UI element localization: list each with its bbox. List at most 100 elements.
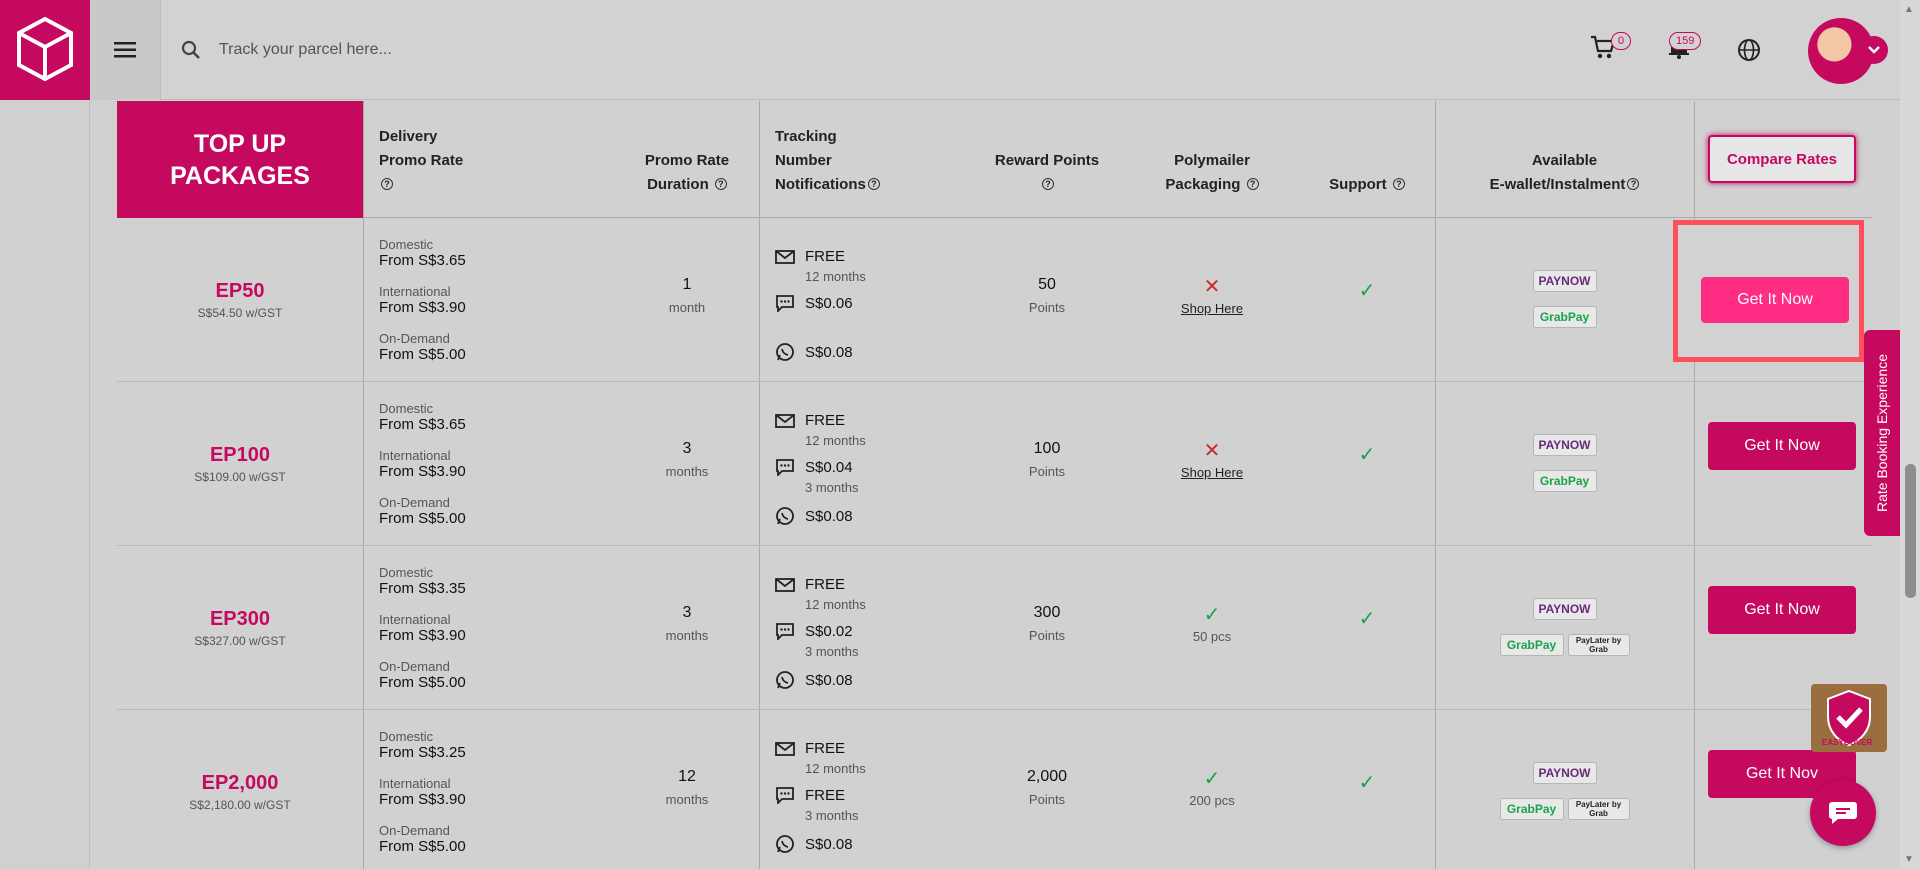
- scroll-thumb[interactable]: [1905, 464, 1916, 598]
- email-notification: FREE: [775, 740, 845, 757]
- whatsapp-notification: S$0.08: [775, 834, 853, 854]
- ondemand-label: On-Demand: [379, 659, 450, 674]
- polymailer: ✓ 200 pcs: [1127, 766, 1297, 808]
- sms-icon: [776, 787, 794, 804]
- international-label: International: [379, 776, 451, 791]
- scroll-up-arrow[interactable]: ▲: [1904, 4, 1914, 15]
- international-label: International: [379, 284, 451, 299]
- domestic-label: Domestic: [379, 237, 434, 252]
- whatsapp-icon: [776, 671, 794, 689]
- globe-icon: [1738, 39, 1760, 61]
- help-icon[interactable]: ?: [1392, 178, 1405, 190]
- ondemand-label: On-Demand: [379, 331, 450, 346]
- easycover-label: EASYCOVER: [1822, 738, 1873, 747]
- cube-icon: [17, 16, 73, 82]
- duration: 12 months: [665, 768, 709, 807]
- help-icon[interactable]: ?: [867, 178, 880, 190]
- domestic-rate: From S$3.35: [379, 580, 466, 597]
- international-label: International: [379, 448, 451, 463]
- whatsapp-notification: S$0.08: [775, 342, 853, 362]
- domestic-rate: From S$3.65: [379, 252, 466, 269]
- whatsapp-notification: S$0.08: [775, 506, 853, 526]
- rate-booking-experience-tab[interactable]: Rate Booking Experience: [1864, 330, 1900, 536]
- compare-rates-button[interactable]: Compare Rates: [1708, 135, 1856, 183]
- vertical-scrollbar[interactable]: ▲ ▼: [1900, 0, 1920, 869]
- grabpay-logo: GrabPay: [1499, 798, 1564, 820]
- ewallet-header: Available E-wallet/Instalment?: [1435, 149, 1694, 197]
- support: ✓: [1307, 770, 1427, 795]
- email-icon: [775, 577, 795, 592]
- table-header: TOP UP PACKAGES Delivery Promo Rate ? Pro…: [117, 101, 1872, 218]
- get-it-now-button[interactable]: Get It Now: [1708, 586, 1856, 634]
- polymailer-quantity: 50 pcs: [1192, 629, 1232, 644]
- payment-methods: PAYNOW GrabPay PayLater by Grab: [1435, 598, 1694, 656]
- scroll-down-arrow[interactable]: ▼: [1904, 854, 1914, 865]
- international-rate: From S$3.90: [379, 299, 466, 316]
- search-input[interactable]: [219, 41, 719, 59]
- check-icon: ✓: [1358, 444, 1376, 466]
- help-icon[interactable]: ?: [714, 178, 727, 190]
- support: ✓: [1307, 606, 1427, 631]
- check-icon: ✓: [1358, 280, 1376, 302]
- package-price: S$54.50 w/GST: [197, 306, 283, 320]
- paylater-logo: PayLater by Grab: [1567, 634, 1630, 656]
- payment-methods: PAYNOW GrabPay PayLater by Grab: [1435, 762, 1694, 820]
- delivery-rate-header: Delivery Promo Rate ?: [379, 128, 464, 190]
- ondemand-label: On-Demand: [379, 823, 450, 838]
- app-logo[interactable]: [0, 0, 90, 100]
- get-it-now-button[interactable]: Get It Now: [1701, 277, 1849, 323]
- table-row: EP2,000 S$2,180.00 w/GST Domestic From S$3.…: [117, 710, 1872, 869]
- ondemand-rate: From S$5.00: [379, 674, 466, 691]
- reward-points: 300 Points: [1028, 604, 1066, 643]
- package-price: S$109.00 w/GST: [194, 470, 286, 484]
- notification-count-badge: 159: [1669, 32, 1702, 50]
- email-icon: [775, 249, 795, 264]
- chat-button[interactable]: [1810, 780, 1876, 846]
- check-icon: ✓: [1203, 604, 1221, 626]
- ondemand-label: On-Demand: [379, 495, 450, 510]
- domestic-rate: From S$3.65: [379, 416, 466, 433]
- hamburger-menu-button[interactable]: [90, 0, 160, 100]
- left-rail: [0, 101, 90, 869]
- check-icon: ✓: [1358, 608, 1376, 630]
- grabpay-logo: GrabPay: [1499, 634, 1564, 656]
- domestic-label: Domestic: [379, 729, 434, 744]
- email-duration: 12 months: [805, 597, 866, 612]
- search-icon[interactable]: [181, 40, 201, 60]
- help-icon[interactable]: ?: [381, 178, 393, 190]
- reward-points: 2,000 Points: [1026, 768, 1068, 807]
- paynow-logo: PAYNOW: [1532, 270, 1597, 292]
- help-icon[interactable]: ?: [1246, 178, 1259, 190]
- language-button[interactable]: [1737, 38, 1761, 67]
- duration: 3 months: [665, 604, 709, 643]
- polymailer-header: Polymailer Packaging ?: [1127, 149, 1297, 197]
- shop-here-link[interactable]: Shop Here: [1127, 301, 1297, 316]
- sms-duration: 3 months: [805, 808, 859, 823]
- sms-notification: FREE: [775, 786, 845, 804]
- support-header: Support ?: [1307, 173, 1427, 197]
- email-notification: FREE: [775, 412, 845, 429]
- help-icon[interactable]: ?: [1627, 178, 1640, 190]
- shop-here-link[interactable]: Shop Here: [1127, 465, 1297, 480]
- package-name: EP100: [209, 444, 271, 466]
- grabpay-logo: GrabPay: [1532, 306, 1597, 328]
- ondemand-rate: From S$5.00: [379, 838, 466, 855]
- support: ✓: [1307, 442, 1427, 467]
- account-dropdown-button[interactable]: [1860, 36, 1888, 64]
- ondemand-rate: From S$5.00: [379, 510, 466, 527]
- international-rate: From S$3.90: [379, 463, 466, 480]
- support: ✓: [1307, 278, 1427, 303]
- package-price: S$2,180.00 w/GST: [189, 798, 291, 812]
- package-price: S$327.00 w/GST: [194, 634, 286, 648]
- whatsapp-icon: [776, 343, 794, 361]
- help-icon[interactable]: ?: [1042, 178, 1054, 190]
- payment-methods: PAYNOW GrabPay: [1435, 434, 1694, 492]
- chat-icon: [1829, 802, 1857, 824]
- reward-points-header: Reward Points ?: [994, 152, 1100, 190]
- domestic-label: Domestic: [379, 401, 434, 416]
- cart-count-badge: 0: [1611, 32, 1632, 50]
- tracking-header: Tracking Number Notifications?: [775, 125, 880, 197]
- check-icon: ✓: [1203, 768, 1221, 790]
- paynow-logo: PAYNOW: [1532, 598, 1597, 620]
- get-it-now-button[interactable]: Get It Now: [1708, 422, 1856, 470]
